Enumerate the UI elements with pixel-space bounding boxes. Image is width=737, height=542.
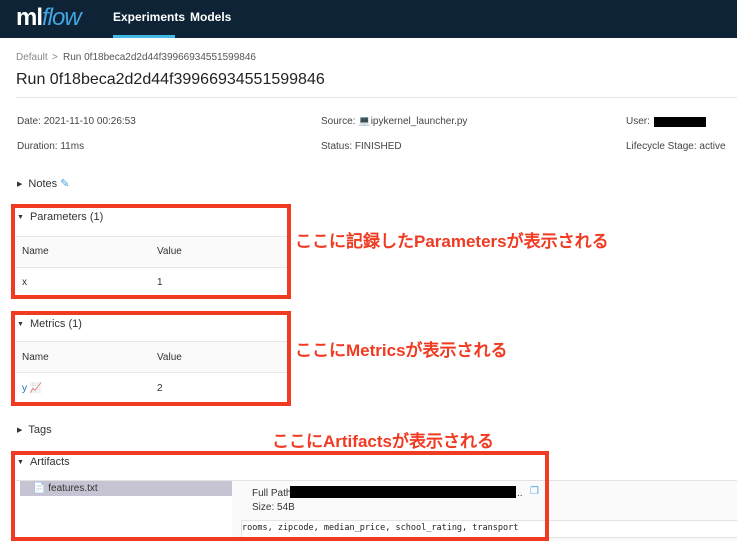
logo-accent: flow xyxy=(42,4,82,31)
status-value: FINISHED xyxy=(354,141,402,152)
duration-value: 11ms xyxy=(60,141,85,152)
caret-right-icon: ▶ xyxy=(17,181,23,188)
annotation-box-parameters xyxy=(11,204,291,299)
divider xyxy=(16,97,737,98)
breadcrumb-separator: > xyxy=(52,52,58,63)
date-label: Date: xyxy=(17,116,41,127)
user-label: User: xyxy=(626,116,650,127)
page-title: Run 0f18beca2d2d44f39966934551599846 xyxy=(16,71,325,88)
source-field: Source: 💻ipykernel_launcher.py xyxy=(321,116,467,127)
active-tab-indicator xyxy=(113,35,175,38)
lifecycle-value: active xyxy=(699,141,726,152)
nav-models[interactable]: Models xyxy=(190,10,231,24)
annotation-artifacts: ここにArtifactsが表示される xyxy=(272,432,494,451)
lifecycle-label: Lifecycle Stage: xyxy=(626,141,697,152)
mlflow-logo[interactable]: mlflow xyxy=(16,4,82,32)
date-field: Date: 2021-11-10 00:26:53 xyxy=(17,116,136,127)
duration-field: Duration: 11ms xyxy=(17,141,84,152)
laptop-icon: 💻 xyxy=(358,116,371,127)
status-label: Status: xyxy=(321,141,353,152)
notes-toggle[interactable]: ▶ Notes ✎ xyxy=(17,177,69,190)
tags-label: Tags xyxy=(28,424,52,436)
status-field: Status: FINISHED xyxy=(321,141,402,152)
user-field: User: xyxy=(626,116,650,127)
logo-text: ml xyxy=(16,4,43,31)
duration-label: Duration: xyxy=(17,141,58,152)
breadcrumb-current: Run 0f18beca2d2d44f39966934551599846 xyxy=(63,52,256,63)
source-label: Source: xyxy=(321,116,356,127)
annotation-parameters: ここに記録したParametersが表示される xyxy=(295,232,609,251)
caret-right-icon: ▶ xyxy=(17,427,23,434)
nav-experiments[interactable]: Experiments xyxy=(113,10,185,24)
top-nav-bar xyxy=(0,0,737,38)
edit-icon[interactable]: ✎ xyxy=(60,178,69,190)
tags-toggle[interactable]: ▶ Tags xyxy=(17,424,52,436)
redacted-user xyxy=(654,117,706,127)
lifecycle-field: Lifecycle Stage: active xyxy=(626,141,726,152)
annotation-box-artifacts xyxy=(11,451,549,541)
annotation-box-metrics xyxy=(11,311,291,406)
notes-label: Notes xyxy=(28,178,58,190)
annotation-metrics: ここにMetricsが表示される xyxy=(295,341,508,360)
breadcrumb-default[interactable]: Default xyxy=(16,52,48,63)
source-link[interactable]: ipykernel_launcher.py xyxy=(371,116,468,127)
date-value: 2021-11-10 00:26:53 xyxy=(43,116,136,127)
